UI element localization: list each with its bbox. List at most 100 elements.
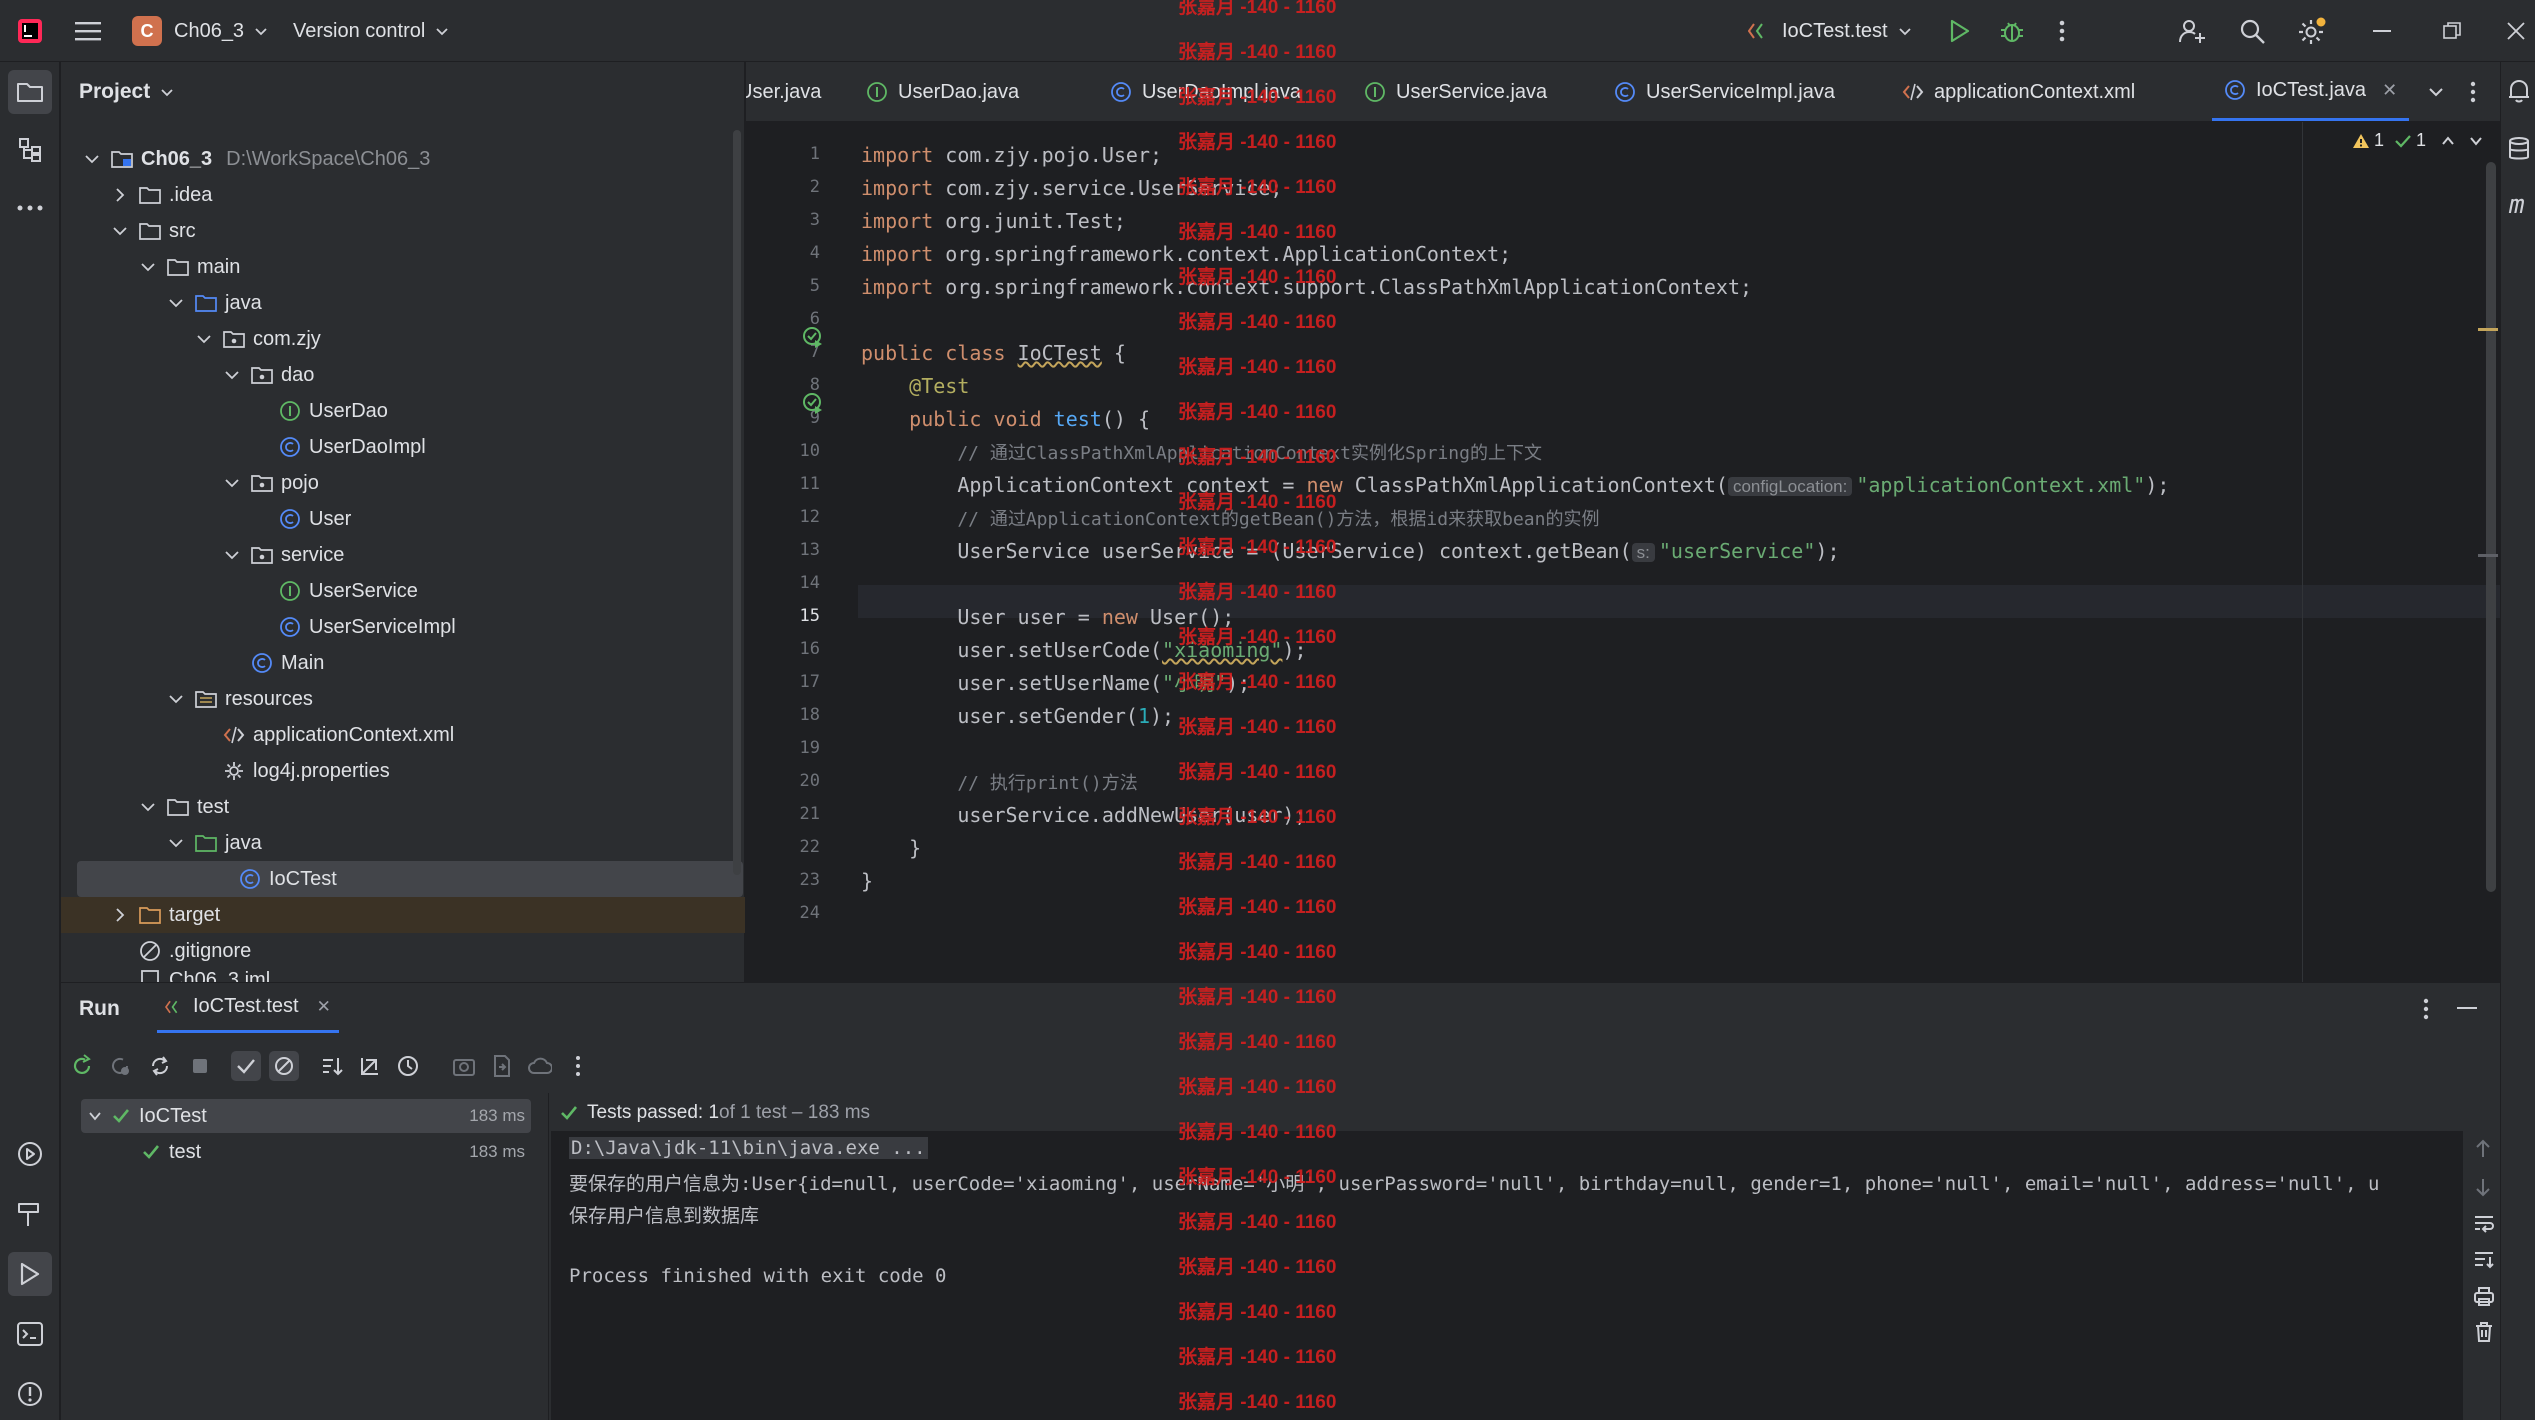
project-scrollbar[interactable] [733, 130, 741, 875]
run-test-method-gutter-icon[interactable] [802, 392, 824, 414]
test-row-ioctest[interactable]: IoCTest 183 ms [81, 1099, 531, 1133]
tab-applicationcontext-xml[interactable]: applicationContext.xml [1902, 62, 2135, 121]
tree-item-applicationcontext-xml[interactable]: applicationContext.xml [61, 717, 745, 753]
tree-item-src[interactable]: src [61, 213, 745, 249]
scroll-to-end-icon[interactable] [2473, 1249, 2495, 1271]
chevron-down-icon[interactable] [83, 150, 101, 168]
tree-item-gitignore[interactable]: .gitignore [61, 933, 745, 969]
tree-item-userdao[interactable]: UserDao [61, 393, 745, 429]
chevron-down-icon[interactable] [167, 690, 185, 708]
chevron-down-icon[interactable] [139, 258, 157, 276]
tree-item-java-main[interactable]: java [61, 285, 745, 321]
more-tools-icon[interactable] [8, 186, 52, 230]
tab-list-chevron-icon[interactable] [2426, 82, 2446, 102]
close-window-icon[interactable] [2500, 15, 2532, 47]
restore-window-icon[interactable] [2436, 15, 2468, 47]
rerun-icon[interactable] [67, 1051, 97, 1081]
run-config-selector[interactable]: IoCTest.test [1748, 0, 1912, 62]
run-icon[interactable] [1944, 15, 1976, 47]
tree-item-log4j-properties[interactable]: log4j.properties [61, 753, 745, 789]
tab-ioctest-java[interactable]: IoCTest.java ✕ [2212, 62, 2410, 121]
chevron-down-icon[interactable] [87, 1108, 103, 1124]
previous-highlight-icon[interactable] [2440, 133, 2456, 149]
chevron-down-icon[interactable] [139, 798, 157, 816]
tree-item-project-root[interactable]: Ch06_3 D:\WorkSpace\Ch06_3 [61, 141, 745, 177]
project-tool-icon[interactable] [8, 70, 52, 114]
chevron-down-icon[interactable] [195, 330, 213, 348]
problems-tool-icon[interactable] [8, 1372, 52, 1416]
collapse-all-icon[interactable] [355, 1051, 385, 1081]
vcs-widget[interactable]: Version control [293, 0, 449, 62]
print-icon[interactable] [2473, 1285, 2495, 1307]
tree-item-dao[interactable]: dao [61, 357, 745, 393]
search-icon[interactable] [2236, 15, 2268, 47]
project-widget[interactable]: C Ch06_3 [132, 0, 268, 62]
chevron-down-icon[interactable] [167, 834, 185, 852]
stop-icon[interactable] [185, 1051, 215, 1081]
chevron-down-icon[interactable] [223, 366, 241, 384]
settings-gear-icon[interactable] [2296, 15, 2328, 47]
minimize-window-icon[interactable] [2366, 15, 2398, 47]
warning-stripe-marker[interactable] [2478, 328, 2498, 331]
close-run-tab-icon[interactable]: ✕ [317, 997, 331, 1017]
tab-user-java[interactable]: User.java [746, 62, 821, 121]
tree-item-user[interactable]: User [61, 501, 745, 537]
editor-scrollbar[interactable] [2486, 162, 2496, 892]
tree-item-java-test[interactable]: java [61, 825, 745, 861]
notifications-icon[interactable] [2507, 78, 2531, 104]
run-tool-icon[interactable] [8, 1252, 52, 1296]
run-more-icon[interactable] [563, 1051, 593, 1081]
services-tool-icon[interactable] [8, 1132, 52, 1176]
build-tool-icon[interactable] [8, 1192, 52, 1236]
scroll-down-icon[interactable] [2473, 1175, 2493, 1199]
chevron-down-icon[interactable] [223, 546, 241, 564]
tree-item-target[interactable]: target [61, 897, 745, 933]
chevron-right-icon[interactable] [111, 906, 129, 924]
terminal-tool-icon[interactable] [8, 1312, 52, 1356]
structure-tool-icon[interactable] [8, 128, 52, 172]
chevron-right-icon[interactable] [111, 186, 129, 204]
import-tests-icon[interactable] [487, 1051, 517, 1081]
more-actions-icon[interactable] [2046, 15, 2078, 47]
maven-icon[interactable]: m [2509, 190, 2525, 220]
sort-icon[interactable] [317, 1051, 347, 1081]
tree-item-userdaoimpl[interactable]: UserDaoImpl [61, 429, 745, 465]
soft-wrap-icon[interactable] [2473, 1213, 2495, 1235]
show-ignored-icon[interactable] [269, 1051, 299, 1081]
tree-item-main[interactable]: main [61, 249, 745, 285]
run-test-class-gutter-icon[interactable] [802, 326, 824, 348]
toggle-auto-test-icon[interactable] [145, 1051, 175, 1081]
screenshot-icon[interactable] [449, 1051, 479, 1081]
code-with-me-icon[interactable] [2176, 15, 2208, 47]
close-tab-icon[interactable]: ✕ [2382, 80, 2397, 101]
tree-item-userserviceimpl[interactable]: UserServiceImpl [61, 609, 745, 645]
tab-more-icon[interactable] [2470, 80, 2476, 104]
chevron-down-icon[interactable] [223, 474, 241, 492]
tree-item-main-class[interactable]: Main [61, 645, 745, 681]
test-row-test[interactable]: test 183 ms [81, 1135, 531, 1169]
clear-all-icon[interactable] [2473, 1321, 2495, 1343]
hide-panel-icon[interactable] [2457, 1007, 2477, 1009]
tree-item-idea[interactable]: .idea [61, 177, 745, 213]
intellij-logo-icon[interactable] [14, 15, 46, 47]
show-passed-icon[interactable] [231, 1051, 261, 1081]
next-highlight-icon[interactable] [2468, 133, 2484, 149]
tree-item-ioctest[interactable]: IoCTest [77, 861, 743, 897]
rerun-failed-icon[interactable] [105, 1051, 135, 1081]
tab-userserviceimpl-java[interactable]: UserServiceImpl.java [1614, 62, 1835, 121]
tree-item-iml[interactable]: Ch06_3.iml [61, 969, 745, 983]
run-panel-options-icon[interactable] [2423, 997, 2429, 1021]
chevron-down-icon[interactable] [167, 294, 185, 312]
scroll-up-icon[interactable] [2473, 1137, 2493, 1161]
tree-item-com-zjy[interactable]: com.zjy [61, 321, 745, 357]
export-tests-icon[interactable] [525, 1051, 555, 1081]
code-editor[interactable]: 1 2 3 4 5 6 7 8 9 10 11 12 13 14 15 16 17 18 19 20 21 22 23 24 … [746, 122, 2500, 982]
tree-item-test[interactable]: test [61, 789, 745, 825]
database-icon[interactable] [2507, 136, 2531, 162]
tree-item-pojo[interactable]: pojo [61, 465, 745, 501]
tab-userdao-java[interactable]: UserDao.java [866, 62, 1019, 121]
main-menu-icon[interactable] [72, 15, 104, 47]
chevron-down-icon[interactable] [111, 222, 129, 240]
test-history-icon[interactable] [393, 1051, 423, 1081]
console-output[interactable]: D:\Java\jdk-11\bin\java.exe ... 要保存的用户信息… [551, 1131, 2463, 1420]
